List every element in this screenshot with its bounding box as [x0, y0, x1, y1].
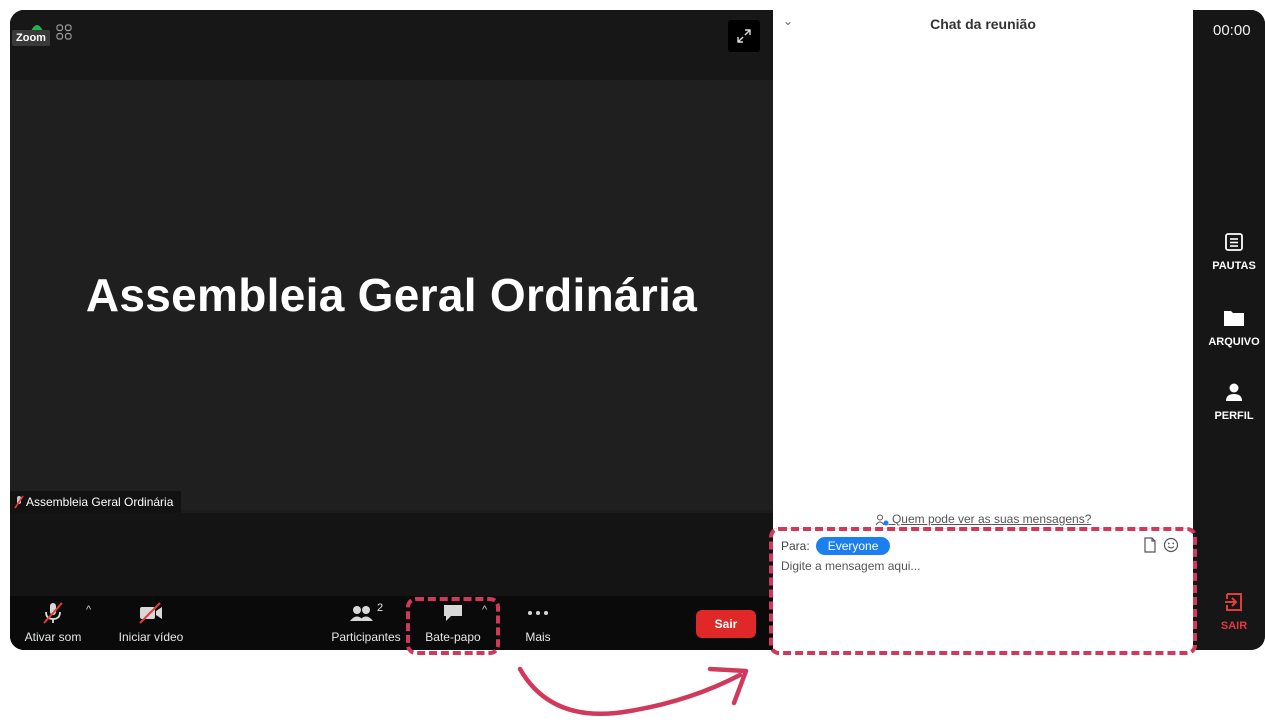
participants-label: Participantes [331, 630, 401, 644]
chat-title: Chat da reunião [930, 16, 1036, 32]
name-tag-label: Assembleia Geral Ordinária [26, 495, 174, 509]
control-bar: Ativar som ^ Iniciar vídeo 2 Participant… [10, 596, 773, 650]
who-can-see-label: Quem pode ver as suas mensagens? [891, 512, 1092, 526]
sidebar-item-perfil[interactable]: PERFIL [1193, 380, 1265, 422]
meeting-timer: 00:00 [1213, 22, 1251, 39]
participants-icon [349, 606, 373, 621]
compose-area-highlight [769, 527, 1197, 655]
sidebar-item-arquivo[interactable]: ARQUIVO [1193, 306, 1265, 348]
start-video-label: Iniciar vídeo [118, 630, 184, 644]
unmute-label: Ativar som [24, 630, 82, 644]
sidebar-item-pautas[interactable]: PAUTAS [1193, 230, 1265, 272]
user-icon [1226, 383, 1242, 401]
exit-icon [1225, 593, 1242, 611]
video-off-icon [139, 602, 162, 624]
more-button[interactable]: Mais [516, 596, 560, 650]
sidebar-item-label: PERFIL [1214, 410, 1254, 422]
zoom-badge[interactable]: Zoom [12, 30, 50, 46]
participants-button[interactable]: 2 Participantes [318, 596, 414, 650]
chat-header: ⌄ Chat da reunião [773, 10, 1193, 40]
chat-button-highlight [406, 597, 500, 655]
sidebar-item-label: PAUTAS [1212, 260, 1256, 272]
sidebar-item-label: ARQUIVO [1208, 336, 1260, 348]
more-label: Mais [525, 630, 551, 644]
fullscreen-button[interactable] [728, 20, 760, 52]
people-icon [875, 514, 889, 526]
audio-options-chevron-up-icon[interactable]: ^ [86, 604, 91, 616]
video-topbar: Zoom [10, 10, 773, 80]
meeting-title: Assembleia Geral Ordinária [85, 269, 698, 321]
unmute-button[interactable]: Ativar som [10, 596, 96, 650]
muted-mic-icon [14, 495, 24, 509]
sidebar-item-sair[interactable]: SAIR [1193, 590, 1265, 632]
start-video-button[interactable]: Iniciar vídeo [108, 596, 194, 650]
participants-count: 2 [376, 602, 384, 614]
leave-button[interactable]: Sair [696, 610, 756, 638]
muted-mic-icon [43, 602, 63, 624]
video-lower-strip [10, 513, 773, 596]
expand-icon [737, 29, 751, 43]
sidebar-item-label: SAIR [1220, 620, 1248, 632]
more-dots-icon [528, 611, 548, 615]
video-stage: Assembleia Geral Ordinária [10, 80, 773, 510]
list-icon [1225, 233, 1243, 251]
folder-icon [1224, 311, 1244, 326]
who-can-see-link[interactable]: Quem pode ver as suas mensagens? [773, 512, 1193, 526]
video-area: Zoom Assembleia Geral Ordinária Assemble… [10, 10, 773, 650]
participant-name-tag: Assembleia Geral Ordinária [10, 491, 182, 513]
grid-view-icon[interactable] [56, 24, 72, 40]
right-sidebar: 00:00 PAUTAS ARQUIVO PERFIL SAIR [1193, 10, 1265, 650]
arrow-annotation-icon [517, 666, 749, 716]
